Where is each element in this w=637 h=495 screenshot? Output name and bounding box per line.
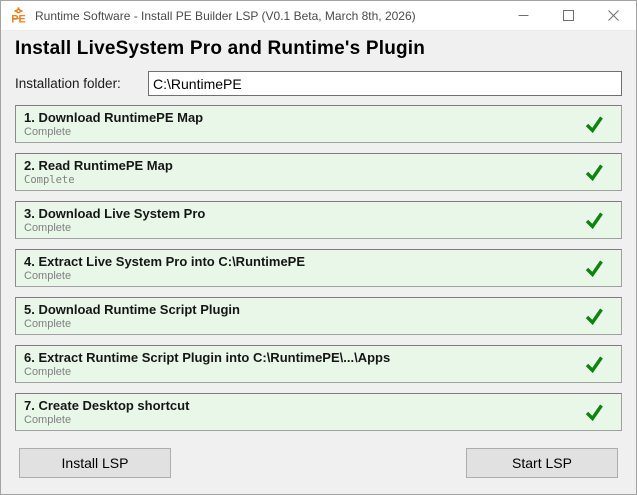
window-controls bbox=[501, 1, 636, 31]
step-status: Complete bbox=[24, 414, 72, 426]
content-area: Install LiveSystem Pro and Runtime's Plu… bbox=[1, 38, 636, 478]
page-title: Install LiveSystem Pro and Runtime's Plu… bbox=[15, 38, 426, 59]
step-title: 1. Download RuntimePE Map bbox=[24, 110, 204, 125]
checkmark-icon bbox=[585, 164, 603, 182]
installation-folder-input[interactable] bbox=[148, 71, 622, 96]
step-status: Complete bbox=[24, 222, 72, 234]
step-title: 7. Create Desktop shortcut bbox=[24, 398, 190, 413]
checkmark-icon bbox=[585, 212, 603, 230]
step-6-extract-runtime-script-plugin: 6. Extract Runtime Script Plugin into C:… bbox=[15, 345, 622, 383]
maximize-button[interactable] bbox=[546, 1, 591, 31]
close-button[interactable] bbox=[591, 1, 636, 31]
step-4-extract-live-system-pro: 4. Extract Live System Pro into C:\Runti… bbox=[15, 249, 622, 287]
window-title: Runtime Software - Install PE Builder LS… bbox=[35, 8, 416, 23]
footer-actions: Install LSP Start LSP bbox=[19, 448, 618, 478]
step-5-download-runtime-script-plugin: 5. Download Runtime Script Plugin Comple… bbox=[15, 297, 622, 335]
start-lsp-button[interactable]: Start LSP bbox=[466, 448, 618, 478]
step-title: 2. Read RuntimePE Map bbox=[24, 158, 173, 173]
installation-folder-label: Installation folder: bbox=[15, 76, 121, 91]
step-status: Complete bbox=[24, 270, 72, 282]
step-title: 5. Download Runtime Script Plugin bbox=[24, 302, 240, 317]
step-2-read-runtimepe-map: 2. Read RuntimePE Map Complete bbox=[15, 153, 622, 191]
step-7-create-desktop-shortcut: 7. Create Desktop shortcut Complete bbox=[15, 393, 622, 431]
app-window: PE Runtime Software - Install PE Builder… bbox=[0, 0, 637, 495]
step-1-download-runtimepe-map: 1. Download RuntimePE Map Complete bbox=[15, 105, 622, 143]
install-lsp-button[interactable]: Install LSP bbox=[19, 448, 171, 478]
step-3-download-live-system-pro: 3. Download Live System Pro Complete bbox=[15, 201, 622, 239]
installation-folder-row: Installation folder: bbox=[15, 71, 622, 96]
checkmark-icon bbox=[585, 260, 603, 278]
titlebar: PE Runtime Software - Install PE Builder… bbox=[1, 1, 636, 31]
step-status: Complete bbox=[24, 126, 72, 138]
step-status: Complete bbox=[24, 318, 72, 330]
checkmark-icon bbox=[585, 308, 603, 326]
checkmark-icon bbox=[585, 116, 603, 134]
step-title: 3. Download Live System Pro bbox=[24, 206, 206, 221]
step-title: 6. Extract Runtime Script Plugin into C:… bbox=[24, 350, 391, 365]
checkmark-icon bbox=[585, 404, 603, 422]
app-logo-icon: PE bbox=[11, 7, 26, 24]
step-status: Complete bbox=[24, 174, 75, 186]
minimize-button[interactable] bbox=[501, 1, 546, 31]
checkmark-icon bbox=[585, 356, 603, 374]
step-list: 1. Download RuntimePE Map Complete 2. Re… bbox=[15, 105, 622, 431]
step-title: 4. Extract Live System Pro into C:\Runti… bbox=[24, 254, 306, 269]
step-status: Complete bbox=[24, 366, 72, 378]
